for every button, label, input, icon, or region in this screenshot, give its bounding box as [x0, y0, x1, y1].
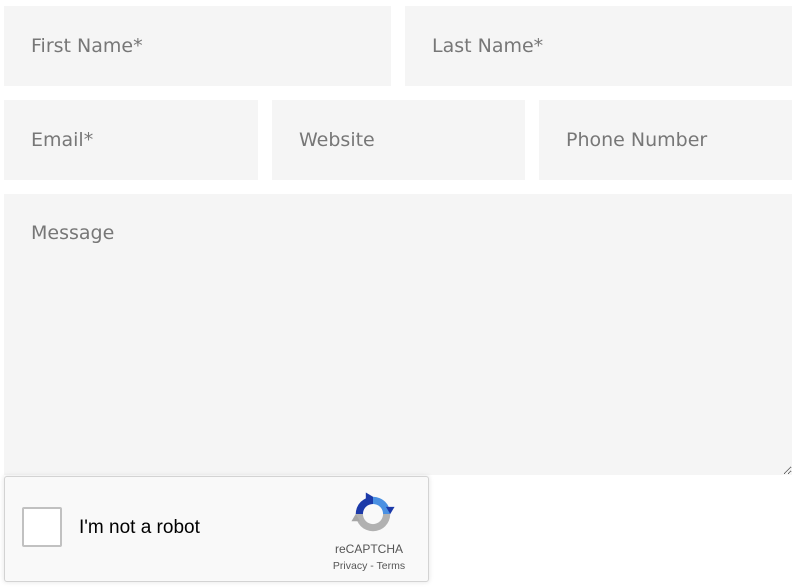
- recaptcha-links-separator: -: [370, 560, 374, 572]
- recaptcha-checkbox[interactable]: [22, 507, 62, 547]
- recaptcha-checkbox-label: I'm not a robot: [79, 517, 200, 538]
- recaptcha-terms-link[interactable]: Terms: [377, 560, 406, 572]
- last-name-input[interactable]: [405, 6, 792, 86]
- email-input[interactable]: [4, 100, 258, 180]
- message-textarea[interactable]: [4, 194, 792, 475]
- phone-number-input[interactable]: [539, 100, 792, 180]
- recaptcha-links: Privacy - Terms: [315, 560, 423, 573]
- website-input[interactable]: [272, 100, 525, 180]
- recaptcha-privacy-link[interactable]: Privacy: [333, 560, 367, 572]
- first-name-input[interactable]: [4, 6, 391, 86]
- recaptcha-logo-icon: [351, 492, 395, 532]
- contact-form: I'm not a robot reCAPTCHA Privacy - Term…: [0, 0, 795, 588]
- recaptcha-widget: I'm not a robot reCAPTCHA Privacy - Term…: [4, 476, 429, 582]
- recaptcha-brand: reCAPTCHA: [334, 542, 403, 556]
